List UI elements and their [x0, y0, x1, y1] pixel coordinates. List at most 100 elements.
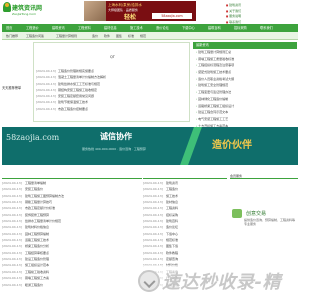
- panel-divider: [143, 173, 227, 179]
- nav-item[interactable]: 工程资料: [78, 24, 91, 32]
- item-title[interactable]: 图集下载: [166, 244, 178, 248]
- service-icon: [232, 209, 242, 218]
- list-item[interactable]: 园林绿化工程造价编制: [193, 96, 297, 103]
- list-item[interactable]: 建设工程合同示范文本: [193, 109, 297, 116]
- list-item[interactable]: 工程变更与签证管理办法: [193, 89, 297, 96]
- sub-nav: 热门推荐 工程造价问答 工程量计算规则 造价 软件 图集 标准 规范: [2, 32, 298, 40]
- subnav-item[interactable]: 标准: [128, 32, 134, 40]
- promo-divider: [180, 127, 202, 165]
- banner-cta: 58zaojia.com: [152, 13, 192, 19]
- promo-small-text: 服务热线 400-000-0000 · 造价咨询 · 工程预算: [82, 147, 146, 151]
- check-icon: [138, 270, 160, 292]
- banner-photo: [84, 1, 106, 21]
- list-item[interactable]: 建筑工程量计算规则汇总: [193, 49, 297, 56]
- lower-left-list: [2024-04-13] 工程量清单编制 [2024-04-13] 安装工程造价 [20…: [2, 173, 142, 288]
- panel-divider: [2, 173, 142, 179]
- item-title[interactable]: 定额查询: [166, 257, 178, 261]
- list-item[interactable]: 造价人员职业资格考试大纲: [193, 76, 297, 83]
- item-title[interactable]: 施工技术: [166, 194, 178, 198]
- item-title[interactable]: 工程量清单编制: [25, 181, 46, 185]
- subnav-item[interactable]: 热门推荐: [6, 32, 18, 40]
- logo-subtitle: ZaoJiaTong.Com: [12, 12, 37, 16]
- subnav-item[interactable]: 软件: [104, 32, 110, 40]
- item-title[interactable]: 软件教程: [166, 251, 178, 255]
- promo-cta: 造价伙伴: [212, 140, 252, 151]
- service-desc: 提供造价咨询、预算编制、工程资料等专业服务: [244, 218, 296, 227]
- item-title[interactable]: 工程资料: [166, 206, 178, 210]
- news-list: [2024-04-13] 工程量清单编制 [2024-04-13] 安装工程造价 [20…: [2, 180, 142, 288]
- item-title[interactable]: 建筑材料价格信息: [25, 225, 49, 229]
- nav-item[interactable]: 下载中心: [182, 24, 195, 32]
- list-item[interactable]: 道路桥梁工程施工组织设计: [193, 103, 297, 110]
- nav-item[interactable]: 联系我们: [260, 24, 273, 32]
- item-title[interactable]: 安装工程造价: [25, 187, 43, 191]
- main-nav: 首页 工程造价 建筑资讯 工程资料 建材信息 施工技术 造价论坛 下载中心 建筑…: [2, 24, 298, 32]
- item-title[interactable]: 建筑资讯: [166, 181, 178, 185]
- item-title[interactable]: 桥梁工程造价分析: [25, 244, 49, 248]
- logo-figure-icon: [3, 2, 11, 12]
- item-title[interactable]: 施工组织设计范本: [25, 263, 49, 267]
- item-title[interactable]: 市政工程定额计价标准: [25, 206, 55, 210]
- nav-item[interactable]: 工程造价: [26, 24, 39, 32]
- item-title[interactable]: 建筑节能保温施工技术: [58, 100, 88, 104]
- list-item[interactable]: 工程招投标流程及注意事项: [193, 62, 297, 69]
- nav-item[interactable]: 建材信息: [104, 24, 117, 32]
- logo-title: 建筑资讯网: [12, 5, 43, 12]
- item-date: [2024-04-13]: [2, 282, 22, 287]
- item-title[interactable]: 幕墙工程施工方案: [25, 276, 49, 280]
- nav-item[interactable]: 招标采购: [234, 24, 247, 32]
- list-item[interactable]: [2024-04-13] 市政工程造价控制要点: [36, 106, 166, 112]
- item-title[interactable]: 建设工程造价管理: [25, 257, 49, 261]
- item-title[interactable]: 安装工程定额套用常见问题: [58, 94, 94, 98]
- right-news-list: 建筑工程量计算规则汇总 幕墙工程施工质量验收标准 工程招投标流程及注意事项 装配…: [193, 49, 297, 129]
- item-title[interactable]: 建筑给排水施工工艺标准与规范: [58, 82, 100, 86]
- top-links: 建筑资讯 关于我们 服务说明 联系我们: [226, 3, 296, 25]
- subnav-item[interactable]: 规范: [140, 32, 146, 40]
- item-title[interactable]: 建筑工程施工图预算编制方法: [25, 194, 64, 198]
- promo-slogan: 诚信协作: [100, 132, 132, 141]
- nav-item[interactable]: 首页: [6, 24, 12, 32]
- list-item[interactable]: 装配式建筑施工技术要点: [193, 69, 297, 76]
- item-title[interactable]: 工程造价: [166, 187, 178, 191]
- featured-list: [2024-04-13] 工程造价管理新规实施要点 [2024-04-13] 混凝土…: [36, 68, 166, 112]
- item-title[interactable]: 下载中心: [166, 232, 178, 236]
- item-title[interactable]: 工程竣工验收资料: [25, 270, 49, 274]
- item-title[interactable]: 市政工程造价控制要点: [58, 107, 88, 111]
- item-title[interactable]: 建筑百科: [166, 219, 178, 223]
- service-title[interactable]: 创意交易: [246, 210, 266, 217]
- item-title[interactable]: 园林工程预算编制: [25, 232, 49, 236]
- nav-item[interactable]: 造价论坛: [156, 24, 169, 32]
- item-title[interactable]: 造价论坛: [166, 225, 178, 229]
- item-title[interactable]: 道路工程施工技术: [25, 238, 49, 242]
- subnav-item[interactable]: 图集: [116, 32, 122, 40]
- header-ad-banner[interactable]: 上海水利/泵房/给排水 大师级团队 · 品质服务 轻松 58zaojia.com: [84, 1, 196, 21]
- nav-item[interactable]: 建筑百科: [208, 24, 221, 32]
- list-item[interactable]: [2024-04-13] 暖通工程造价: [2, 282, 142, 288]
- item-title[interactable]: 混凝土工程量清单计价编制方法解析: [58, 75, 106, 79]
- site-logo[interactable]: 建筑资讯网 ZaoJiaTong.Com: [3, 2, 42, 20]
- list-item[interactable]: 建筑施工安全管理规范: [193, 82, 297, 89]
- promo-banner[interactable]: 58zaojia.com 诚信协作 服务热线 400-000-0000 · 造价…: [2, 127, 298, 165]
- item-title[interactable]: 工程结算审核要点: [25, 251, 49, 255]
- subnav-item[interactable]: 造价: [92, 32, 98, 40]
- item-title[interactable]: 规范标准: [166, 238, 178, 242]
- item-title[interactable]: 给排水工程量清单计价规范: [25, 219, 61, 223]
- item-title[interactable]: 招标采购: [166, 213, 178, 217]
- banner-slogan: 轻松: [124, 14, 137, 21]
- item-title[interactable]: 工程造价管理新规实施要点: [58, 69, 94, 73]
- subnav-item[interactable]: 工程造价问答: [26, 32, 44, 40]
- member-heading: 会员服务: [230, 173, 298, 179]
- item-title[interactable]: 暖通工程造价: [25, 283, 43, 287]
- nav-item[interactable]: 建筑资讯: [52, 24, 65, 32]
- right-news-panel: 最新资讯 建筑工程量计算规则汇总 幕墙工程施工质量验收标准 工程招投标流程及注意…: [193, 42, 297, 129]
- list-item[interactable]: 电气安装工程施工工艺: [193, 116, 297, 123]
- sidebar-label: 天天推荐榜单: [2, 86, 22, 90]
- promo-site: 58zaojia.com: [6, 133, 60, 142]
- item-title[interactable]: 建材信息: [166, 200, 178, 204]
- item-title[interactable]: 装饰装修工程预算: [25, 213, 49, 217]
- nav-item[interactable]: 施工技术: [130, 24, 143, 32]
- item-title[interactable]: 钢筋工程量计算技巧: [25, 200, 52, 204]
- subnav-item[interactable]: 工程量计算规则: [56, 32, 77, 40]
- list-item[interactable]: 幕墙工程施工质量验收标准: [193, 56, 297, 63]
- item-title[interactable]: 钢结构安装工程施工验收规定: [58, 88, 97, 92]
